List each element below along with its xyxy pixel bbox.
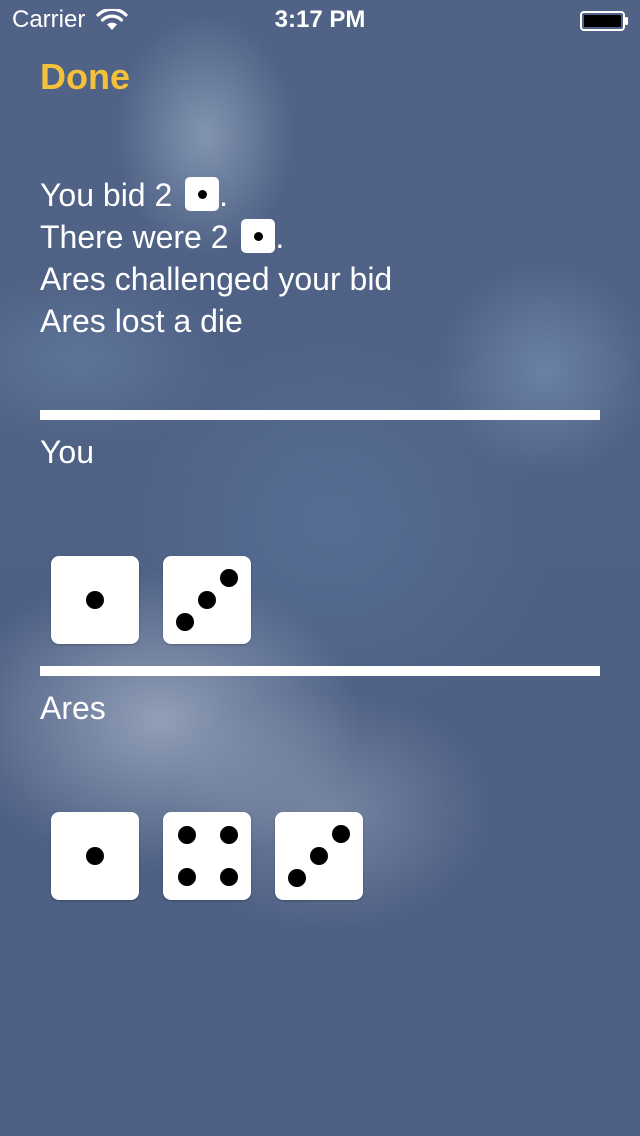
- player-name-you: You: [40, 434, 94, 470]
- die-face-one-icon: [185, 177, 220, 211]
- round-summary: You bid 2 . There were 2 . Ares challeng…: [40, 174, 392, 342]
- actual-period: .: [275, 219, 285, 255]
- divider: [40, 666, 600, 676]
- die-face-one-icon: [51, 812, 139, 900]
- die-face-four-icon: [163, 812, 251, 900]
- bid-line: You bid 2 .: [40, 174, 392, 216]
- done-button[interactable]: Done: [40, 56, 130, 98]
- actual-text: There were 2: [40, 219, 229, 255]
- die-face-three-icon: [163, 556, 251, 644]
- status-bar: Carrier 3:17 PM: [0, 0, 640, 40]
- divider: [40, 410, 600, 420]
- clock: 3:17 PM: [274, 6, 366, 33]
- player-name-ares: Ares: [40, 690, 106, 726]
- outcome-line: Ares lost a die: [40, 303, 243, 339]
- die-face-three-icon: [275, 812, 363, 900]
- battery-icon: [580, 10, 630, 31]
- die-face-one-icon: [241, 219, 276, 253]
- die-face-one-icon: [51, 556, 139, 644]
- bid-period: .: [219, 177, 229, 213]
- actual-line: There were 2 .: [40, 216, 392, 258]
- challenge-line: Ares challenged your bid: [40, 261, 393, 297]
- bid-text: You bid 2: [40, 177, 173, 213]
